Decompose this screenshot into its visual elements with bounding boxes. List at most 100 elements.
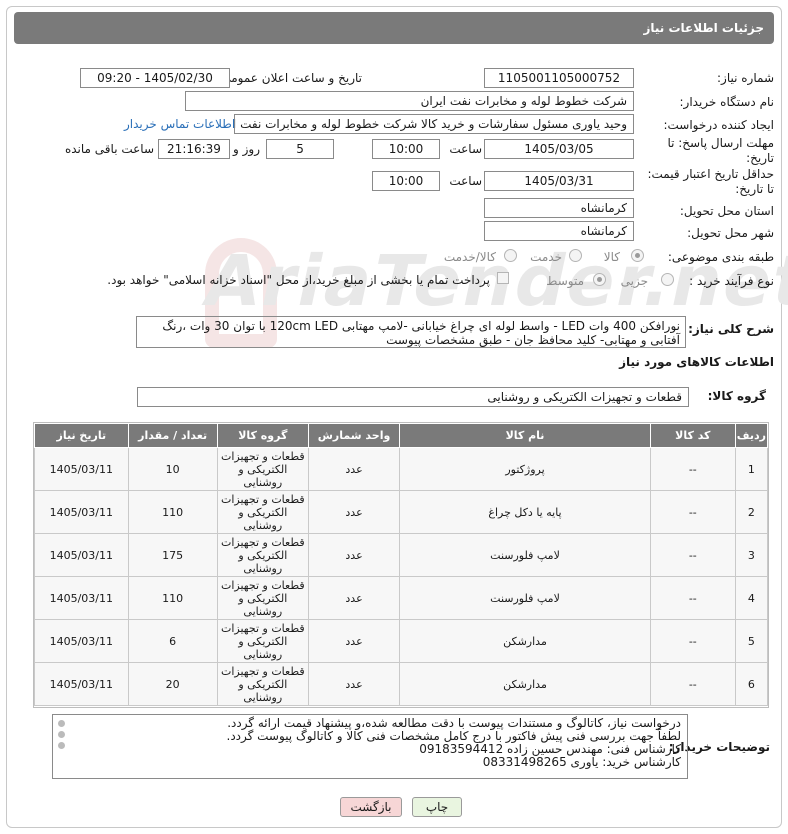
treasury-payment-note: پرداخت تمام یا بخشی از مبلغ خرید،از محل … xyxy=(107,273,490,287)
purchase-radio-medium[interactable] xyxy=(593,273,606,286)
cell-group: قطعات و تجهیزات الکتریکی و روشنایی xyxy=(216,490,309,534)
validity-date-field: 1405/03/31 xyxy=(484,171,634,191)
table-row: 5 -- مدارشکن عدد قطعات و تجهیزات الکتریکی و … xyxy=(34,619,769,663)
description-label: شرح کلی نیاز: xyxy=(688,322,774,336)
cell-date: 1405/03/11 xyxy=(34,447,129,491)
cell-name: مدارشکن xyxy=(399,619,651,663)
cell-code: -- xyxy=(649,619,736,663)
cell-date: 1405/03/11 xyxy=(34,533,129,577)
announce-label: تاریخ و ساعت اعلان عمومی: xyxy=(217,71,362,85)
deadline-label: مهلت ارسال پاسخ: تا xyxy=(667,136,774,150)
cell-index: 4 xyxy=(734,576,769,620)
col-unit: واحد شمارش xyxy=(307,423,401,448)
cell-name: لامپ فلورسنت xyxy=(399,533,651,577)
table-row: 6 -- مدارشکن عدد قطعات و تجهیزات الکتریکی و … xyxy=(34,662,769,706)
cell-name: پایه یا دکل چراغ xyxy=(399,490,651,534)
col-index: ردیف xyxy=(734,423,769,448)
cell-date: 1405/03/11 xyxy=(34,662,129,706)
cell-date: 1405/03/11 xyxy=(34,576,129,620)
col-qty: تعداد / مقدار xyxy=(127,423,218,448)
col-name: نام کالا xyxy=(399,423,651,448)
purchase-option-medium: متوسط xyxy=(546,274,584,288)
description-field: نورافکن 400 وات LED - واسط لوله ای چراغ … xyxy=(136,316,686,348)
cell-unit: عدد xyxy=(307,533,401,577)
cell-date: 1405/03/11 xyxy=(34,619,129,663)
days-field: 5 xyxy=(266,139,334,159)
cell-qty: 6 xyxy=(127,619,218,663)
validity-label-date: تا تاریخ: xyxy=(735,182,774,196)
validity-time-field: 10:00 xyxy=(372,171,440,191)
category-option-service: خدمت xyxy=(530,250,562,264)
buyer-org-field: شرکت خطوط لوله و مخابرات نفت ایران xyxy=(185,91,634,111)
validity-time-label: ساعت xyxy=(449,174,482,188)
remaining-label: ساعت باقی مانده xyxy=(64,142,154,156)
cell-code: -- xyxy=(649,576,736,620)
validity-label: حداقل تاریخ اعتبار قیمت: xyxy=(647,167,774,181)
cell-group: قطعات و تجهیزات الکتریکی و روشنایی xyxy=(216,576,309,620)
goods-group-field: قطعات و تجهیزات الکتریکی و روشنایی xyxy=(137,387,689,407)
goods-section-title: اطلاعات کالاهای مورد نیاز xyxy=(619,355,774,369)
cell-code: -- xyxy=(649,490,736,534)
need-number-field: 1105001105000752 xyxy=(484,68,634,88)
cell-unit: عدد xyxy=(307,619,401,663)
cell-code: -- xyxy=(649,533,736,577)
province-label: استان محل تحویل: xyxy=(679,204,774,218)
cell-index: 5 xyxy=(734,619,769,663)
deadline-time-field: 10:00 xyxy=(372,139,440,159)
cell-name: پروژکتور xyxy=(399,447,651,491)
goods-group-label: گروه کالا: xyxy=(707,389,766,403)
cell-index: 6 xyxy=(734,662,769,706)
table-row: 3 -- لامپ فلورسنت عدد قطعات و تجهیزات الکتری… xyxy=(34,533,769,577)
buyer-contact-link[interactable]: اطلاعات تماس خریدار xyxy=(124,117,235,131)
cell-group: قطعات و تجهیزات الکتریکی و روشنایی xyxy=(216,662,309,706)
announce-field: 1405/02/30 - 09:20 xyxy=(80,68,230,88)
col-date: تاریخ نیاز xyxy=(34,423,129,448)
category-radio-goods[interactable] xyxy=(631,249,644,262)
cell-name: لامپ فلورسنت xyxy=(399,576,651,620)
table-row: 2 -- پایه یا دکل چراغ عدد قطعات و تجهیزات ال… xyxy=(34,490,769,534)
cell-index: 2 xyxy=(734,490,769,534)
cell-unit: عدد xyxy=(307,576,401,620)
category-radio-service[interactable] xyxy=(569,249,582,262)
buyer-org-label: نام دستگاه خریدار: xyxy=(679,95,775,109)
cell-index: 1 xyxy=(734,447,769,491)
buyer-note-line: کارشناس خرید: یاوری 08331498265 xyxy=(482,755,681,769)
buyer-notes-field: درخواست نیاز، کاتالوگ و مستندات پیوست با… xyxy=(52,714,688,779)
goods-table-header: ردیف کد کالا نام کالا واحد شمارش گروه کا… xyxy=(34,423,769,448)
deadline-time-label: ساعت xyxy=(449,142,482,156)
cell-index: 3 xyxy=(734,533,769,577)
notes-scrollbar[interactable] xyxy=(54,716,68,777)
cell-unit: عدد xyxy=(307,662,401,706)
cell-group: قطعات و تجهیزات الکتریکی و روشنایی xyxy=(216,447,309,491)
page-title: جزئیات اطلاعات نیاز xyxy=(643,21,764,35)
purchase-option-minor: جزیی xyxy=(620,274,648,288)
remaining-time-field: 21:16:39 xyxy=(158,139,230,159)
back-button[interactable]: بازگشت xyxy=(340,797,402,817)
need-number-label: شماره نیاز: xyxy=(717,71,774,85)
purchase-radio-minor[interactable] xyxy=(661,273,674,286)
cell-qty: 10 xyxy=(127,447,218,491)
treasury-payment-checkbox[interactable] xyxy=(497,272,509,284)
deadline-label-date: تاریخ: xyxy=(746,151,774,165)
print-button[interactable]: چاپ xyxy=(412,797,462,817)
cell-name: مدارشکن xyxy=(399,662,651,706)
cell-qty: 20 xyxy=(127,662,218,706)
city-label: شهر محل تحویل: xyxy=(687,226,774,240)
cell-code: -- xyxy=(649,662,736,706)
category-label: طبقه بندی موضوعی: xyxy=(667,250,774,264)
cell-qty: 175 xyxy=(127,533,218,577)
page-header: جزئیات اطلاعات نیاز xyxy=(14,12,774,44)
cell-qty: 110 xyxy=(127,576,218,620)
category-option-both: کالا/خدمت xyxy=(443,250,496,264)
category-radio-both[interactable] xyxy=(504,249,517,262)
purchase-type-label: نوع فرآیند خرید : xyxy=(689,274,774,288)
creator-field: وحید یاوری مسئول سفارشات و خرید کالا شرک… xyxy=(234,114,634,134)
city-field: کرمانشاه xyxy=(484,221,634,241)
deadline-date-field: 1405/03/05 xyxy=(484,139,634,159)
province-field: کرمانشاه xyxy=(484,198,634,218)
cell-group: قطعات و تجهیزات الکتریکی و روشنایی xyxy=(216,533,309,577)
days-label: روز و xyxy=(233,142,260,156)
cell-group: قطعات و تجهیزات الکتریکی و روشنایی xyxy=(216,619,309,663)
cell-date: 1405/03/11 xyxy=(34,490,129,534)
cell-unit: عدد xyxy=(307,447,401,491)
